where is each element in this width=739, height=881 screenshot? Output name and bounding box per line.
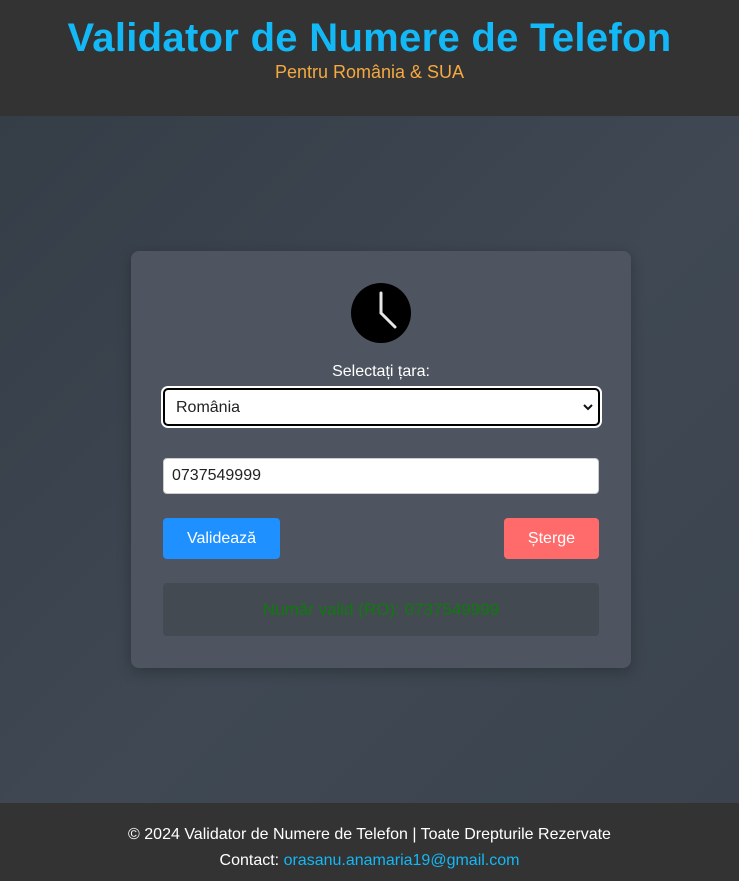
phone-input[interactable]: 0737549999	[163, 458, 599, 494]
page-subtitle: Pentru România & SUA	[274, 62, 465, 82]
page-title: Validator de Numere de Telefon	[67, 16, 672, 60]
validator-card: Selectați țara: România 0737549999 Valid…	[131, 251, 631, 668]
page-footer: © 2024 Validator de Numere de Telefon | …	[0, 803, 739, 881]
page-header: Validator de Numere de Telefon Pentru Ro…	[0, 0, 739, 116]
country-selected-value: România	[176, 399, 241, 416]
validate-button[interactable]: Validează	[163, 518, 280, 559]
main-area: Selectați țara: România 0737549999 Valid…	[0, 116, 739, 803]
contact-line: Contact: orasanu.anamaria19@gmail.com	[0, 852, 739, 870]
clear-button[interactable]: Șterge	[504, 518, 599, 559]
chevron-down-icon	[583, 404, 593, 411]
copyright-text: © 2024 Validator de Numere de Telefon | …	[128, 826, 611, 843]
result-message: Număr valid (RO): 0737549999	[163, 583, 599, 636]
country-label: Selectați țara:	[332, 363, 430, 380]
country-select[interactable]: România	[163, 388, 600, 426]
contact-email-link[interactable]: orasanu.anamaria19@gmail.com	[284, 852, 520, 869]
clock-icon	[351, 283, 411, 343]
contact-label: Contact:	[219, 852, 280, 869]
